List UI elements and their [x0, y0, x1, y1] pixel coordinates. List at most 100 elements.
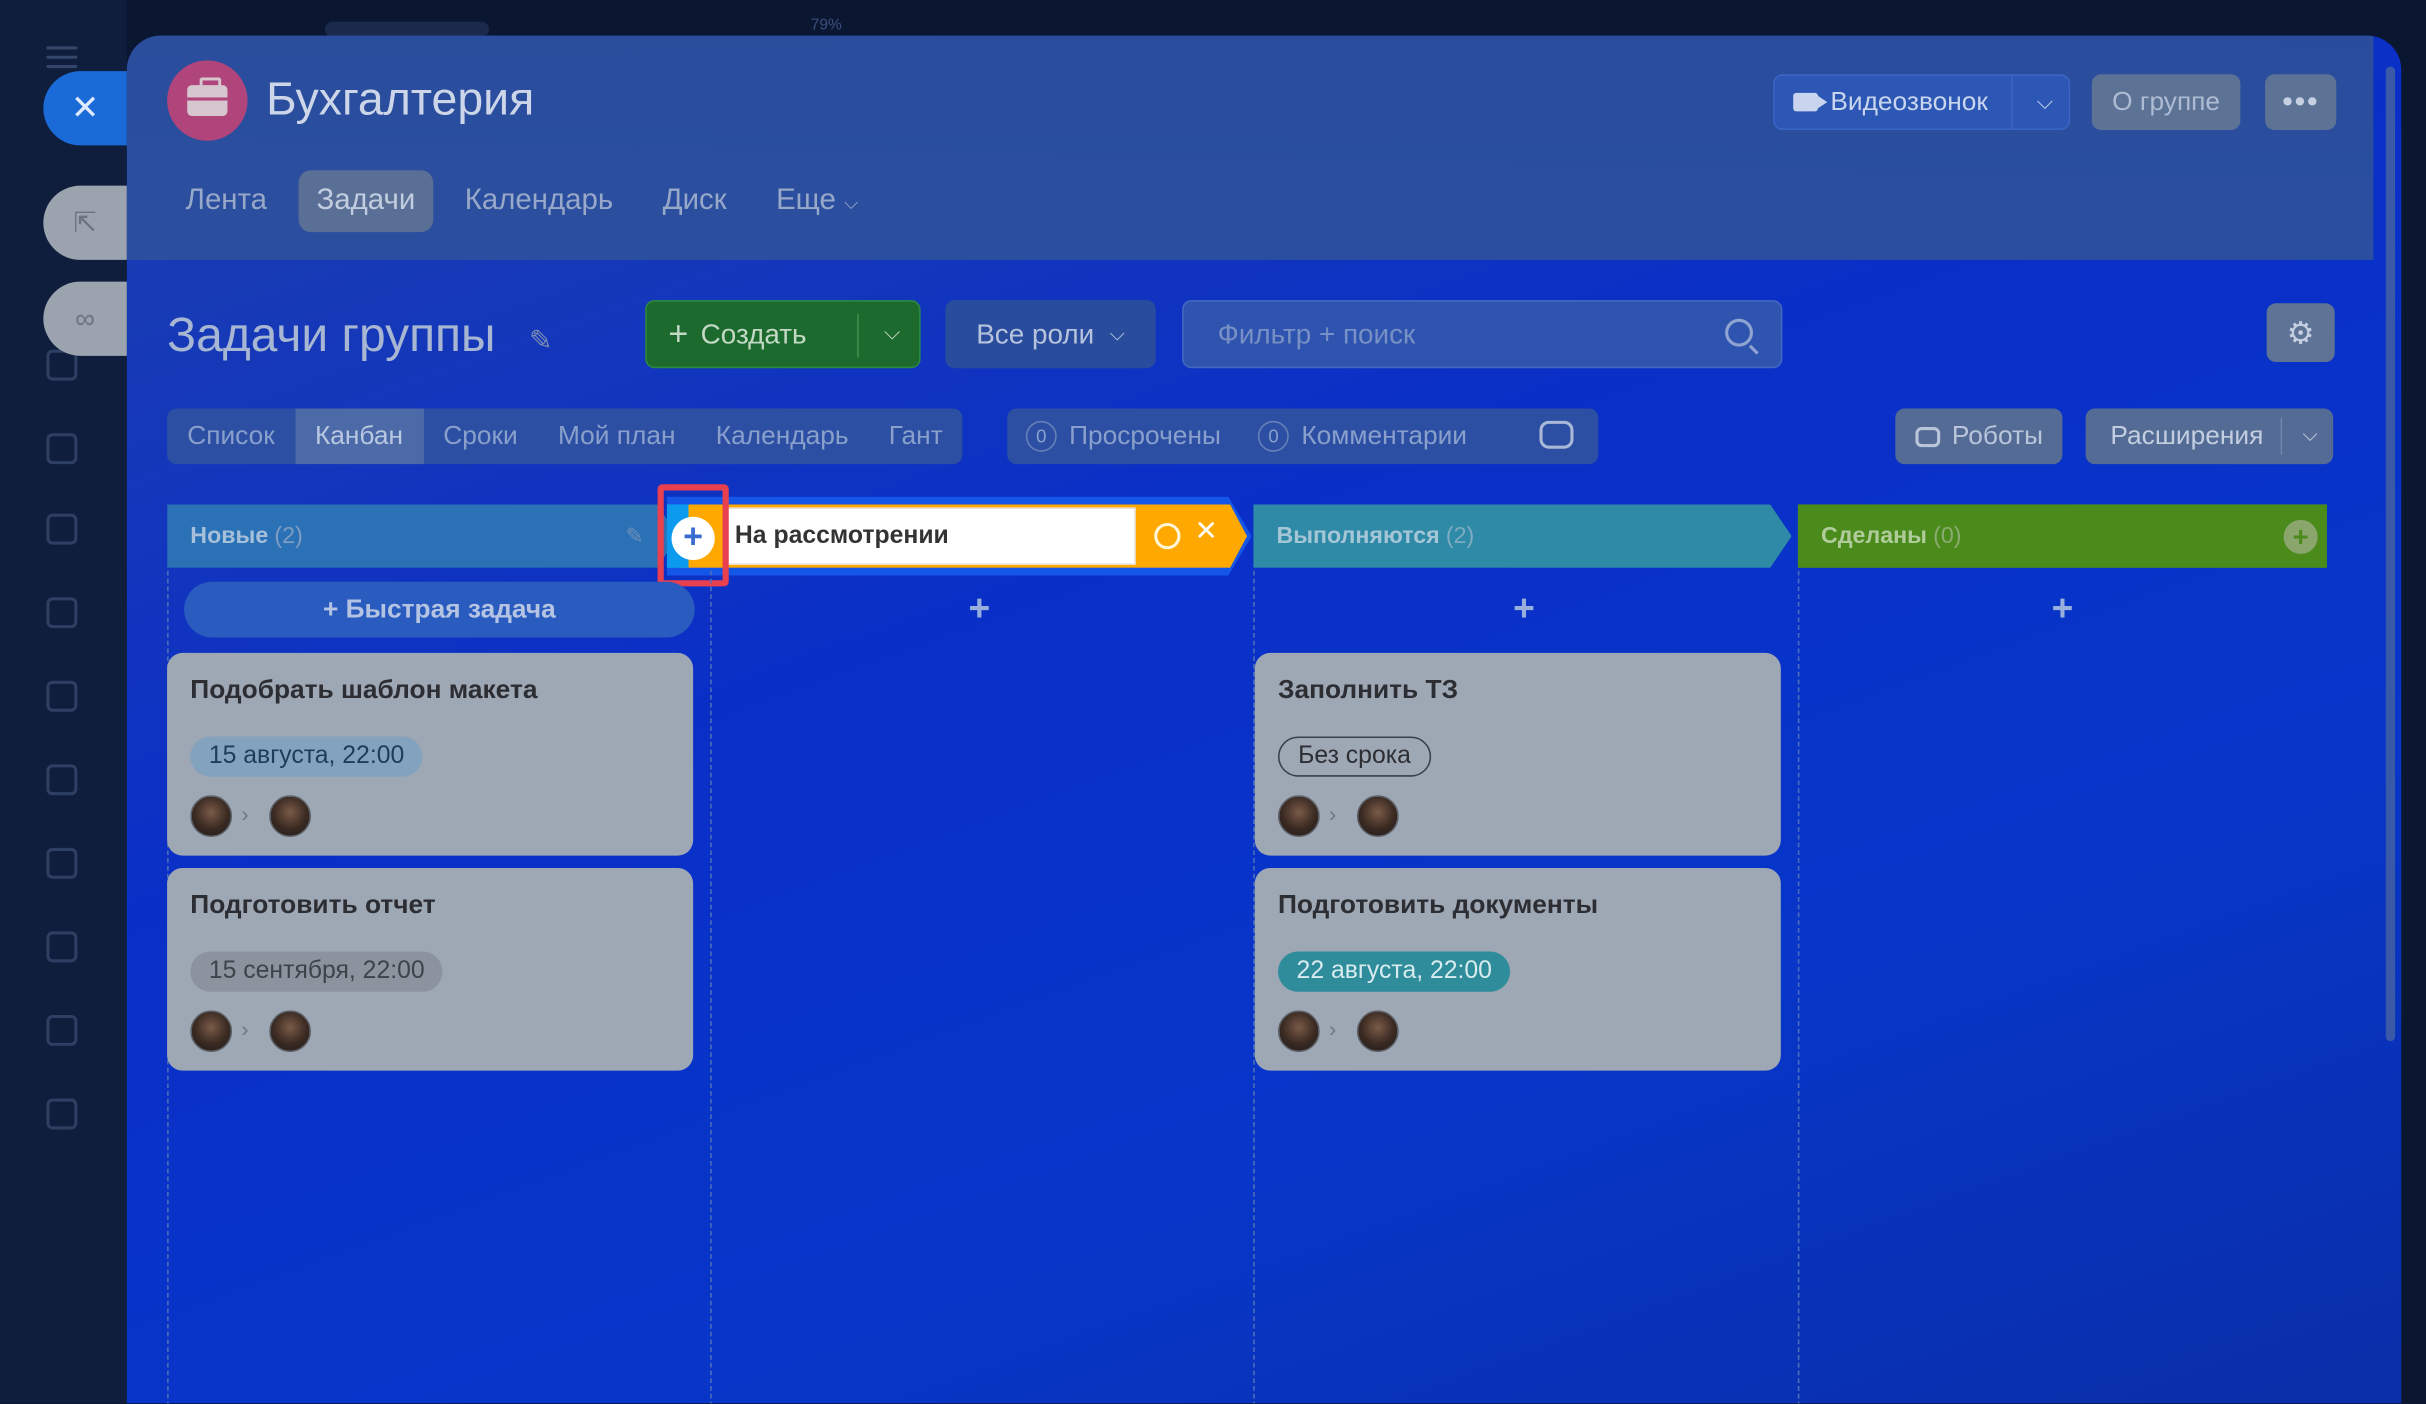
filter-icon[interactable]: [46, 1014, 78, 1046]
search-placeholder: Фильтр + поиск: [1217, 318, 1416, 350]
drive-icon[interactable]: [46, 680, 78, 712]
group-tabs: Лента Задачи Календарь Диск Еще ⌵: [167, 170, 877, 233]
extensions-label: Расширения: [2110, 420, 2264, 451]
edit-icon[interactable]: [46, 931, 78, 963]
arrow-icon: ›: [241, 1016, 249, 1042]
mail-icon[interactable]: [46, 764, 78, 796]
video-call-label: Видеозвонок: [1830, 86, 1988, 117]
quick-task-button[interactable]: + Быстрая задача: [184, 581, 695, 638]
calendar-icon[interactable]: [46, 513, 78, 545]
robots-button[interactable]: Роботы: [1895, 408, 2063, 465]
add-task-button[interactable]: +: [2052, 588, 2074, 631]
column-count: (2): [274, 522, 303, 550]
column-title: Сделаны: [1821, 522, 1927, 550]
group-title[interactable]: Бухгалтерия: [266, 74, 534, 127]
add-task-button[interactable]: +: [1513, 588, 1535, 631]
open-in-new-window-button[interactable]: ⇱: [43, 185, 127, 260]
deadline-badge[interactable]: 15 августа, 22:00: [190, 736, 423, 777]
column-header-done[interactable]: Сделаны (0) +: [1797, 504, 2327, 568]
tab-more-label: Еще: [776, 184, 836, 217]
tab-calendar[interactable]: Календарь: [446, 170, 632, 232]
column-header-in-progress[interactable]: Выполняются (2): [1253, 504, 1792, 568]
chevron-down-icon[interactable]: ⌵: [2037, 88, 2053, 114]
deadline-badge[interactable]: Без срока: [1277, 736, 1431, 777]
task-title[interactable]: Подготовить документы: [1278, 890, 1598, 921]
settings-button[interactable]: ⚙: [2266, 303, 2335, 363]
view-tab-list[interactable]: Список: [167, 408, 295, 464]
read-all-icon[interactable]: [1539, 420, 1574, 449]
task-card[interactable]: Подготовить документы 22 августа, 22:00 …: [1254, 867, 1781, 1071]
robots-label: Роботы: [1951, 420, 2043, 451]
robot-icon: [1914, 426, 1940, 447]
column-title: Выполняются: [1276, 522, 1440, 550]
tab-more[interactable]: Еще ⌵: [757, 170, 876, 232]
chevron-down-icon[interactable]: ⌵: [884, 319, 900, 345]
add-task-button[interactable]: +: [969, 588, 991, 631]
deadline-badge[interactable]: 15 сентября, 22:00: [190, 951, 444, 992]
about-group-button[interactable]: О группе: [2091, 74, 2241, 130]
filter-search-input[interactable]: Фильтр + поиск: [1182, 300, 1783, 369]
extensions-button[interactable]: Расширения ⌵: [2085, 408, 2334, 465]
group-panel: Бухгалтерия Видеозвонок ⌵ О группе ••• Л…: [126, 35, 2402, 1404]
chevron-down-icon[interactable]: ⌵: [2302, 422, 2317, 447]
link-icon: ∞: [75, 302, 96, 334]
view-tab-my-plan[interactable]: Мой план: [538, 408, 696, 464]
creator-avatar[interactable]: [1277, 1010, 1320, 1053]
new-column-name-input[interactable]: На рассмотрении: [727, 507, 1136, 565]
task-card[interactable]: Подготовить отчет 15 сентября, 22:00 ›: [167, 867, 694, 1071]
more-button[interactable]: •••: [2265, 74, 2337, 130]
overdue-filter[interactable]: Просрочены: [1069, 421, 1221, 452]
create-button[interactable]: + Создать ⌵: [645, 300, 921, 369]
page-title: Задачи группы: [167, 307, 496, 363]
scrollbar[interactable]: [2385, 66, 2396, 1042]
notes-icon[interactable]: [46, 1098, 78, 1130]
view-tab-calendar[interactable]: Календарь: [696, 408, 869, 464]
responsible-avatar[interactable]: [1356, 1010, 1399, 1053]
column-divider: [710, 570, 712, 1404]
pin-icon[interactable]: ✎: [529, 325, 552, 357]
creator-avatar[interactable]: [190, 1010, 233, 1053]
responsible-avatar[interactable]: [1356, 795, 1399, 838]
search-icon[interactable]: [1725, 318, 1753, 347]
close-icon: ✕: [70, 88, 100, 127]
task-title[interactable]: Подобрать шаблон макета: [190, 675, 537, 706]
view-tab-gantt[interactable]: Гант: [869, 408, 963, 464]
close-icon[interactable]: ✕: [1194, 515, 1217, 547]
pencil-icon[interactable]: ✎: [625, 523, 643, 549]
chat-icon[interactable]: [46, 433, 78, 465]
comments-count: 0: [1258, 420, 1289, 452]
file-icon[interactable]: [46, 597, 78, 629]
copy-link-button[interactable]: ∞: [43, 281, 127, 356]
add-column-icon[interactable]: +: [2283, 519, 2318, 554]
deadline-badge[interactable]: 22 августа, 22:00: [1277, 951, 1511, 992]
task-title[interactable]: Подготовить отчет: [190, 890, 435, 921]
counters-bar: 0 Просрочены 0 Комментарии: [1007, 408, 1599, 465]
group-avatar[interactable]: [167, 60, 248, 141]
create-label: Создать: [700, 317, 807, 349]
chevron-down-icon: ⌵: [844, 191, 859, 214]
external-link-icon: ⇱: [73, 206, 97, 238]
task-title[interactable]: Заполнить ТЗ: [1278, 675, 1458, 706]
video-call-button[interactable]: Видеозвонок ⌵: [1773, 74, 2071, 130]
creator-avatar[interactable]: [190, 795, 233, 838]
view-tab-deadlines[interactable]: Сроки: [423, 408, 538, 464]
view-tab-kanban[interactable]: Канбан: [294, 408, 424, 465]
tab-tasks[interactable]: Задачи: [297, 170, 434, 233]
add-column-button[interactable]: +: [671, 516, 715, 561]
responsible-avatar[interactable]: [269, 795, 311, 838]
column-count: (2): [1445, 522, 1475, 550]
creator-avatar[interactable]: [1277, 795, 1320, 838]
tab-feed[interactable]: Лента: [167, 170, 286, 232]
close-slider-button[interactable]: ✕: [43, 71, 127, 146]
menu-icon[interactable]: [46, 46, 78, 69]
task-card[interactable]: Заполнить ТЗ Без срока ›: [1254, 652, 1781, 856]
tab-disk[interactable]: Диск: [644, 170, 745, 232]
roles-dropdown[interactable]: Все роли ⌵: [945, 300, 1156, 369]
column-header-new[interactable]: Новые (2) ✎: [167, 504, 678, 568]
comments-filter[interactable]: Комментарии: [1301, 421, 1467, 452]
responsible-avatar[interactable]: [269, 1010, 311, 1053]
task-card[interactable]: Подобрать шаблон макета 15 августа, 22:0…: [167, 652, 694, 856]
contacts-icon[interactable]: [46, 847, 78, 879]
roles-label: Все роли: [976, 317, 1095, 349]
palette-icon[interactable]: [1154, 522, 1181, 550]
